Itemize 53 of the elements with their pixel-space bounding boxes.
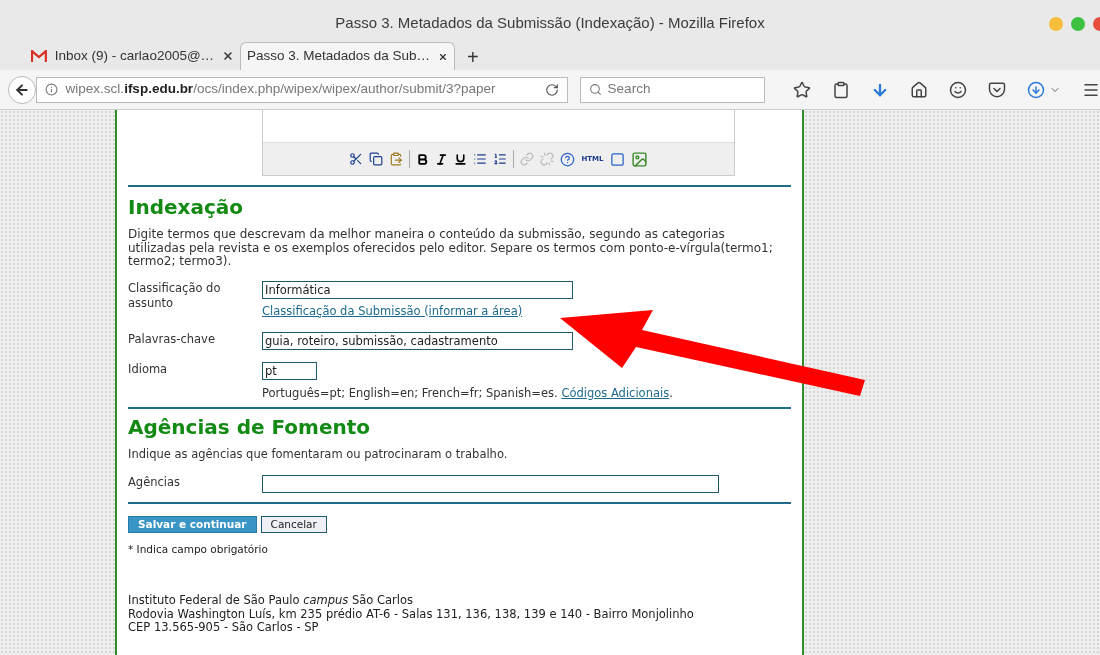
cancel-button[interactable]: Cancelar xyxy=(260,516,327,534)
reading-list-icon[interactable] xyxy=(832,80,850,99)
tab-title: Inbox (9) - carlao2005@… xyxy=(54,46,215,65)
paste-icon[interactable] xyxy=(389,152,404,166)
section-intro: Indique as agências que fomentaram ou patrocinaram o trabalho. xyxy=(128,446,509,463)
section-heading: Agências de Fomento xyxy=(128,414,372,441)
browser-tab[interactable]: Passo 3. Metadados da Sub… xyxy=(240,42,455,70)
footer-line: Rodovia Washington Luís, km 235 prédio AT-6 - Salas 131, 136, 138, 139 e 140 - Bairro Monjolinho xyxy=(128,607,695,621)
pocket-icon[interactable] xyxy=(988,80,1006,99)
help-icon[interactable] xyxy=(560,151,576,167)
address-bar[interactable]: wipex.scl.ifsp.edu.br/ocs/index.php/wipex/wipex/author/submit/3?paper xyxy=(35,76,568,103)
close-button[interactable] xyxy=(1093,17,1100,31)
info-icon xyxy=(44,83,58,96)
text-field[interactable]: pt xyxy=(262,361,317,380)
window-title: Passo 3. Metadados da Submissão (Indexação) - Mozilla Firefox xyxy=(335,12,765,33)
search-icon xyxy=(588,83,602,96)
field-label: Classificação do assunto xyxy=(128,280,222,312)
search-placeholder: Search xyxy=(607,80,651,99)
back-button[interactable] xyxy=(8,75,36,104)
field-label: Idioma xyxy=(128,361,169,378)
language-hint: Português=pt; English=en; French=fr; Spanish=es. Códigos Adicionais. xyxy=(262,384,673,402)
image-icon[interactable] xyxy=(630,150,648,168)
new-tab-button[interactable]: + xyxy=(467,47,479,67)
cut-icon[interactable] xyxy=(349,152,364,166)
numbered-list-icon[interactable] xyxy=(493,152,508,166)
search-field[interactable]: Search xyxy=(579,76,765,103)
italic-icon[interactable] xyxy=(435,152,449,166)
field-label: Agências xyxy=(128,475,182,492)
text-field[interactable]: guia, roteiro, submissão, cadastramento xyxy=(262,331,573,350)
underline-icon[interactable] xyxy=(454,152,468,166)
download-circle-icon[interactable] xyxy=(1027,80,1045,99)
close-tab-icon[interactable] xyxy=(222,50,234,62)
reload-icon[interactable] xyxy=(544,82,559,97)
tab-title: Passo 3. Metadados da Sub… xyxy=(247,47,431,66)
url-text: wipex.scl.ifsp.edu.br/ocs/index.php/wipex/wipex/author/submit/3?paper xyxy=(65,80,497,99)
browser-tab[interactable]: Inbox (9) - carlao2005@… xyxy=(25,42,240,70)
section-intro: Digite termos que descrevam da melhor maneira o conteúdo da submissão, segundo as categorias utilizadas pela revista e os exemplos oferecidos pelo editor. Separe os termos com ponto-e-vírgula(termo1; termo2; termo3). xyxy=(128,228,774,269)
mail-logo-icon xyxy=(31,50,47,62)
bold-icon[interactable] xyxy=(416,152,430,166)
section-heading: Indexação xyxy=(128,194,245,221)
required-note: * Indica campo obrigatório xyxy=(128,542,269,558)
bookmark-star-icon[interactable] xyxy=(793,80,811,99)
fullscreen-icon[interactable] xyxy=(609,151,625,167)
bullet-list-icon[interactable] xyxy=(473,152,488,166)
text-field[interactable] xyxy=(262,475,719,494)
footer-line: Instituto Federal de São Paulo campus São Carlos xyxy=(128,594,415,608)
copy-icon[interactable] xyxy=(369,152,384,166)
home-icon[interactable] xyxy=(910,80,928,99)
field-label: Palavras-chave xyxy=(128,331,216,348)
footer-line: CEP 13.565-905 - São Carlos - SP xyxy=(128,621,320,635)
smiley-icon[interactable] xyxy=(949,80,967,99)
classification-link[interactable]: Classificação da Submissão (informar a área) xyxy=(262,302,523,320)
text-field[interactable]: Informática xyxy=(262,280,573,299)
